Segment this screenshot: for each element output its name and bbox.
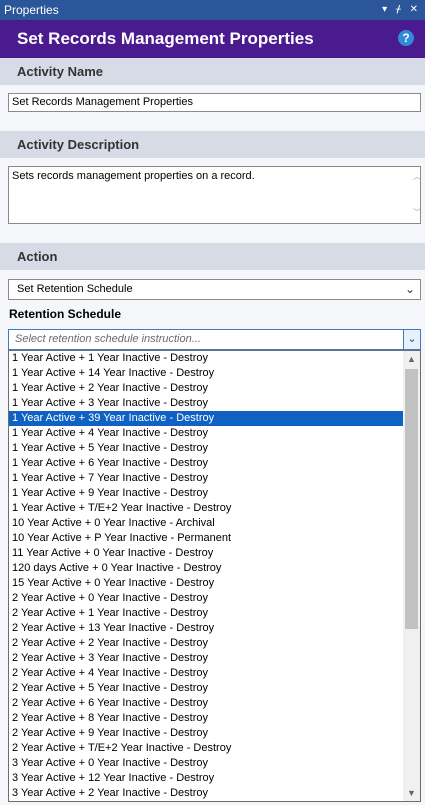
activity-description-field[interactable]: Sets records management properties on a … (8, 166, 421, 224)
list-item[interactable]: 1 Year Active + 39 Year Inactive - Destr… (9, 411, 404, 426)
list-item[interactable]: 10 Year Active + P Year Inactive - Perma… (9, 531, 404, 546)
list-item[interactable]: 2 Year Active + 5 Year Inactive - Destro… (9, 681, 404, 696)
list-item[interactable]: 2 Year Active + 6 Year Inactive - Destro… (9, 696, 404, 711)
list-item[interactable]: 1 Year Active + 5 Year Inactive - Destro… (9, 441, 404, 456)
list-item[interactable]: 1 Year Active + 7 Year Inactive - Destro… (9, 471, 404, 486)
list-item[interactable]: 120 days Active + 0 Year Inactive - Dest… (9, 561, 404, 576)
list-item[interactable]: 11 Year Active + 0 Year Inactive - Destr… (9, 546, 404, 561)
list-item[interactable]: 2 Year Active + 2 Year Inactive - Destro… (9, 636, 404, 651)
page-title: Set Records Management Properties (17, 29, 314, 48)
list-item[interactable]: 3 Year Active + 12 Year Inactive - Destr… (9, 771, 404, 786)
retention-options: 1 Year Active + 1 Year Inactive - Destro… (9, 351, 420, 801)
section-activity-description: Activity Description (0, 131, 425, 158)
list-item[interactable]: 3 Year Active + 2 Year Inactive - Destro… (9, 786, 404, 801)
chevron-down-icon[interactable]: ⌄ (402, 280, 418, 299)
list-item[interactable]: 1 Year Active + 4 Year Inactive - Destro… (9, 426, 404, 441)
retention-options-list[interactable]: 1 Year Active + 1 Year Inactive - Destro… (8, 350, 421, 802)
list-item[interactable]: 1 Year Active + T/E+2 Year Inactive - De… (9, 501, 404, 516)
retention-schedule-label: Retention Schedule (9, 307, 122, 321)
description-scrollbar[interactable]: ︿ ﹀ (405, 170, 421, 220)
scroll-thumb[interactable] (405, 369, 418, 629)
scroll-up-icon[interactable]: ︿ (411, 170, 423, 184)
chevron-down-icon[interactable]: ⌄ (403, 330, 420, 349)
retention-placeholder: Select retention schedule instruction... (15, 333, 201, 345)
section-activity-name: Activity Name (0, 58, 425, 85)
list-scrollbar[interactable]: ▲ ▼ (403, 351, 420, 801)
list-item[interactable]: 1 Year Active + 2 Year Inactive - Destro… (9, 381, 404, 396)
scroll-down-icon[interactable]: ﹀ (411, 206, 423, 220)
section-action: Action (0, 243, 425, 270)
list-item[interactable]: 15 Year Active + 0 Year Inactive - Destr… (9, 576, 404, 591)
scroll-up-icon[interactable]: ▲ (403, 351, 420, 367)
action-dropdown[interactable]: Set Retention Schedule ⌄ (8, 279, 421, 300)
activity-name-field[interactable]: Set Records Management Properties (8, 93, 421, 112)
pane-controls[interactable]: ▾ ᚋ ✕ (382, 0, 421, 20)
help-icon[interactable]: ? (398, 30, 414, 46)
list-item[interactable]: 10 Year Active + 0 Year Inactive - Archi… (9, 516, 404, 531)
list-item[interactable]: 2 Year Active + 8 Year Inactive - Destro… (9, 711, 404, 726)
list-item[interactable]: 1 Year Active + 9 Year Inactive - Destro… (9, 486, 404, 501)
pane-titlebar: Properties ▾ ᚋ ✕ (0, 0, 425, 20)
list-item[interactable]: 2 Year Active + 1 Year Inactive - Destro… (9, 606, 404, 621)
activity-description-text: Sets records management properties on a … (12, 170, 255, 182)
list-item[interactable]: 2 Year Active + 0 Year Inactive - Destro… (9, 591, 404, 606)
action-selected: Set Retention Schedule (17, 283, 133, 295)
list-item[interactable]: 2 Year Active + 3 Year Inactive - Destro… (9, 651, 404, 666)
pane-title: Properties (4, 3, 59, 17)
list-item[interactable]: 2 Year Active + T/E+2 Year Inactive - De… (9, 741, 404, 756)
list-item[interactable]: 1 Year Active + 14 Year Inactive - Destr… (9, 366, 404, 381)
list-item[interactable]: 1 Year Active + 3 Year Inactive - Destro… (9, 396, 404, 411)
scroll-down-icon[interactable]: ▼ (403, 785, 420, 801)
list-item[interactable]: 1 Year Active + 6 Year Inactive - Destro… (9, 456, 404, 471)
list-item[interactable]: 1 Year Active + 1 Year Inactive - Destro… (9, 351, 404, 366)
list-item[interactable]: 3 Year Active + 0 Year Inactive - Destro… (9, 756, 404, 771)
list-item[interactable]: 2 Year Active + 9 Year Inactive - Destro… (9, 726, 404, 741)
activity-header: Set Records Management Properties ? (0, 20, 425, 58)
retention-schedule-dropdown[interactable]: Select retention schedule instruction...… (8, 329, 421, 350)
list-item[interactable]: 2 Year Active + 13 Year Inactive - Destr… (9, 621, 404, 636)
list-item[interactable]: 2 Year Active + 4 Year Inactive - Destro… (9, 666, 404, 681)
